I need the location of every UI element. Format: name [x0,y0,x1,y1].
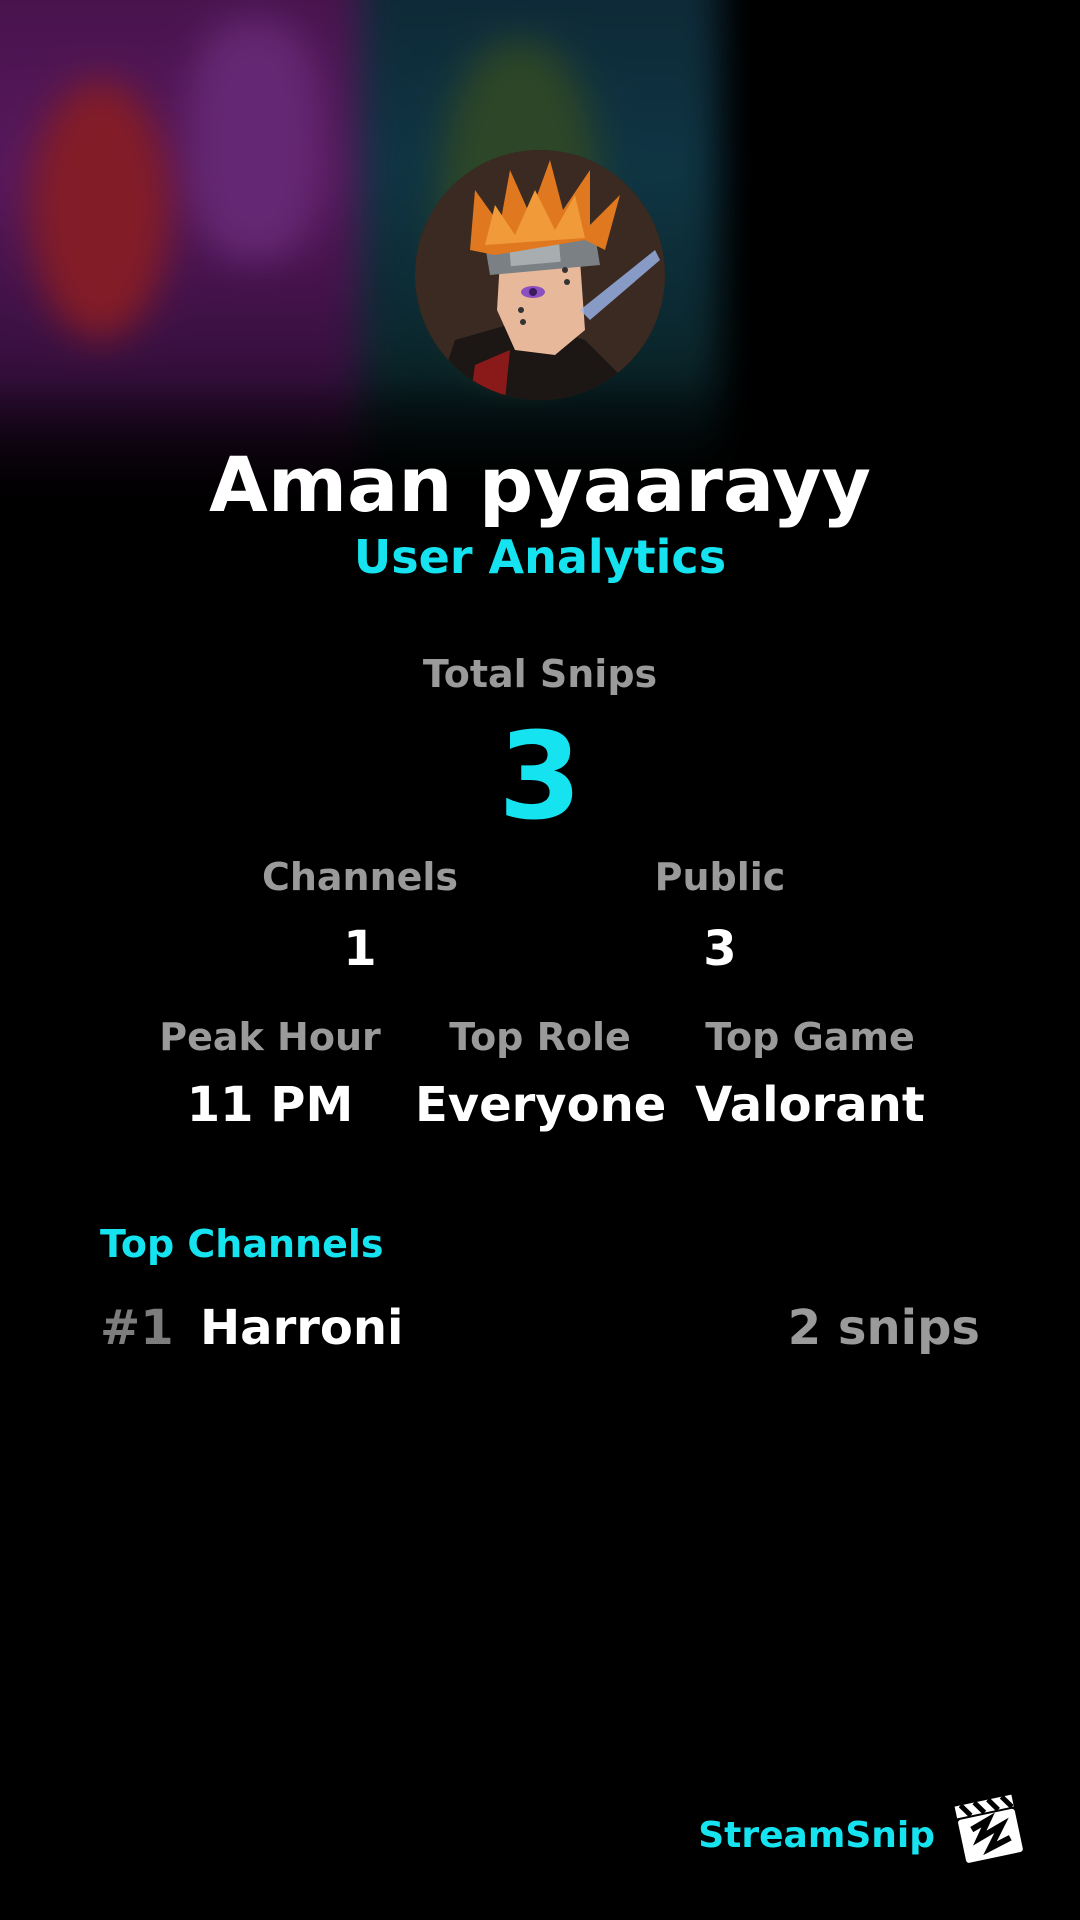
stat-value: 3 [703,921,737,977]
channel-name: Harroni [200,1300,404,1356]
page-subtitle: User Analytics [353,530,727,584]
avatar [415,150,665,400]
stat-top-role: Top Role Everyone [415,1015,667,1133]
stat-value: 1 [343,921,377,977]
stat-label: Top Role [449,1015,631,1059]
stat-channels: Channels 1 [240,855,480,977]
channel-rank: #1 [100,1300,174,1356]
clapperboard-logo-icon [950,1790,1028,1868]
channel-snip-count: 2 snips [787,1300,980,1356]
stat-label: Channels [261,855,459,899]
stat-value: 11 PM [186,1077,354,1133]
list-item: #1 Harroni 2 snips [100,1300,980,1370]
brand-name: StreamSnip [698,1815,935,1856]
total-snips-value: 3 [498,708,582,847]
stat-label: Top Game [705,1015,915,1059]
stat-value: Valorant [695,1077,925,1133]
stat-value: Everyone [415,1077,667,1133]
stat-public: Public 3 [600,855,840,977]
stat-label: Peak Hour [159,1015,381,1059]
stat-peak-hour: Peak Hour 11 PM [150,1015,390,1133]
stat-top-game: Top Game Valorant [685,1015,935,1133]
total-snips-label: Total Snips [422,652,658,696]
username: Aman pyaarayy [209,440,871,529]
analytics-card: Aman pyaarayy User Analytics Total Snips… [0,0,1080,1920]
top-channels-title: Top Channels [100,1222,384,1266]
stat-label: Public [654,855,786,899]
